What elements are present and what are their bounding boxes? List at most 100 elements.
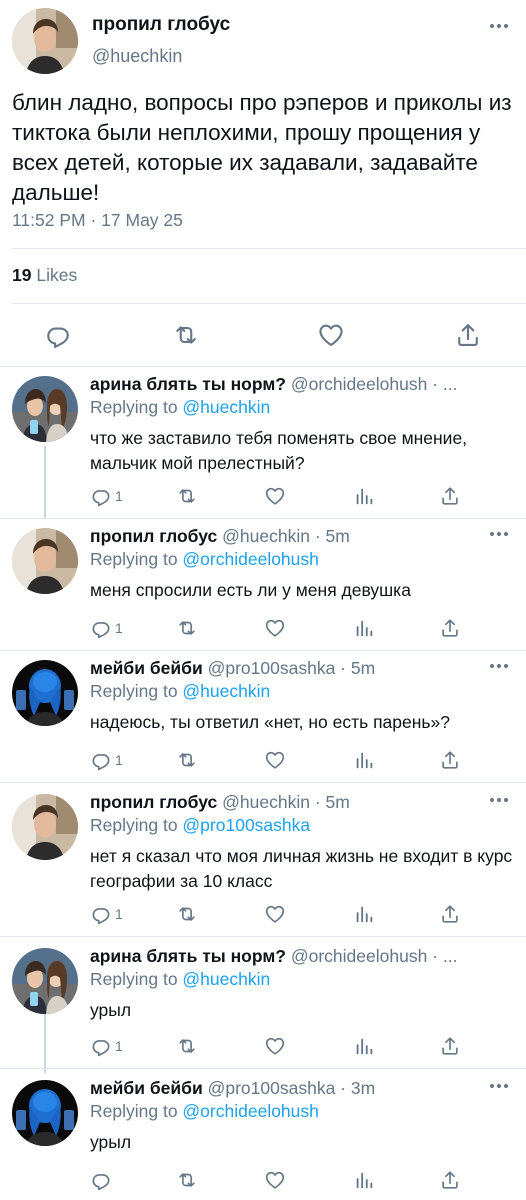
reply-icon[interactable]: 1	[90, 616, 123, 640]
more-options-icon[interactable]	[490, 1084, 508, 1088]
more-options-icon[interactable]	[490, 798, 508, 802]
share-icon[interactable]	[439, 616, 461, 640]
author-meta: @pro100sashka · 3m	[202, 1078, 376, 1098]
avatar[interactable]	[12, 794, 78, 860]
share-icon[interactable]	[439, 1168, 461, 1192]
avatar[interactable]	[12, 528, 78, 594]
replying-label: Replying to	[90, 815, 183, 835]
avatar[interactable]	[12, 948, 78, 1014]
like-icon[interactable]	[264, 484, 286, 508]
share-icon[interactable]	[439, 902, 461, 926]
share-icon[interactable]	[448, 315, 488, 355]
stats-icon[interactable]	[353, 902, 375, 926]
replying-mention[interactable]: @huechkin	[182, 969, 270, 989]
reply-actions	[90, 1168, 510, 1192]
replying-mention[interactable]: @huechkin	[182, 397, 270, 417]
reply-text: меня спросили есть ли у меня девушка	[90, 580, 411, 600]
reply-icon[interactable]: 1	[90, 1034, 123, 1058]
divider	[12, 303, 526, 304]
reply-icon[interactable]: 1	[90, 902, 123, 926]
author-name[interactable]: пропил глобус	[90, 792, 217, 812]
author-name[interactable]: арина блять ты норм?	[90, 946, 286, 966]
avatar[interactable]	[12, 376, 78, 442]
reply-actions: 1	[90, 484, 510, 508]
stats-icon[interactable]	[353, 484, 375, 508]
reply-icon[interactable]	[90, 1168, 115, 1192]
author-handle[interactable]: @huechkin	[92, 46, 182, 67]
likes-count: 19	[12, 265, 32, 285]
share-icon[interactable]	[439, 1034, 461, 1058]
stats-icon[interactable]	[353, 1168, 375, 1192]
share-icon[interactable]	[439, 748, 461, 772]
retweet-icon[interactable]	[176, 616, 198, 640]
replying-label: Replying to	[90, 549, 183, 569]
like-icon[interactable]	[264, 1168, 286, 1192]
share-icon[interactable]	[439, 484, 461, 508]
reply-header: пропил глобус @huechkin · 5m	[90, 792, 510, 813]
reply-count: 1	[115, 620, 123, 636]
more-options-icon[interactable]	[490, 664, 508, 668]
like-icon[interactable]	[264, 1034, 286, 1058]
like-icon[interactable]	[264, 902, 286, 926]
retweet-icon[interactable]	[176, 902, 198, 926]
divider	[0, 518, 526, 519]
divider	[0, 366, 526, 367]
reply-count: 1	[115, 1038, 123, 1054]
replying-to: Replying to @orchideelohush	[90, 549, 319, 570]
reply-header: мейби бейби @pro100sashka · 5m	[90, 658, 510, 679]
divider	[0, 782, 526, 783]
divider	[0, 650, 526, 651]
main-tweet: пропил глобус @huechkin блин ладно, вопр…	[0, 0, 526, 370]
stats-icon[interactable]	[353, 748, 375, 772]
like-icon[interactable]	[311, 315, 351, 355]
divider	[0, 1068, 526, 1069]
reply-count: 1	[115, 752, 123, 768]
author-meta: @orchideelohush · ...	[285, 946, 458, 966]
author-name[interactable]: пропил глобус	[92, 14, 230, 36]
reply-count: 1	[115, 488, 123, 504]
reply-text: надеюсь, ты ответил «нет, но есть парень…	[90, 712, 450, 732]
retweet-icon[interactable]	[176, 484, 198, 508]
reply-icon[interactable]	[38, 315, 78, 355]
author-meta: @pro100sashka · 5m	[202, 658, 376, 678]
tweet-text: блин ладно, вопросы про рэперов и прикол…	[12, 90, 512, 205]
more-options-icon[interactable]	[490, 24, 508, 28]
like-icon[interactable]	[264, 748, 286, 772]
replying-mention[interactable]: @huechkin	[182, 681, 270, 701]
replying-mention[interactable]: @pro100sashka	[182, 815, 310, 835]
reply-icon[interactable]: 1	[90, 748, 123, 772]
replying-to: Replying to @huechkin	[90, 681, 270, 702]
author-name[interactable]: мейби бейби	[90, 1078, 203, 1098]
replying-label: Replying to	[90, 681, 183, 701]
tweet-timestamp[interactable]: 11:52 PM · 17 May 25	[12, 210, 183, 231]
thread-line	[44, 446, 46, 518]
retweet-icon[interactable]	[176, 748, 198, 772]
like-icon[interactable]	[264, 616, 286, 640]
reply-actions: 1	[90, 748, 510, 772]
retweet-icon[interactable]	[176, 1034, 198, 1058]
author-name[interactable]: пропил глобус	[90, 526, 217, 546]
reply-text: урыл	[90, 1000, 132, 1020]
avatar[interactable]	[12, 1080, 78, 1146]
stats-icon[interactable]	[353, 616, 375, 640]
replying-to: Replying to @orchideelohush	[90, 1101, 319, 1122]
retweet-icon[interactable]	[166, 315, 206, 355]
replying-mention[interactable]: @orchideelohush	[182, 549, 318, 569]
replying-mention[interactable]: @orchideelohush	[182, 1101, 318, 1121]
author-name[interactable]: мейби бейби	[90, 658, 203, 678]
reply-count: 1	[115, 906, 123, 922]
reply-header: мейби бейби @pro100sashka · 3m	[90, 1078, 510, 1099]
more-options-icon[interactable]	[490, 532, 508, 536]
avatar[interactable]	[12, 8, 78, 74]
avatar[interactable]	[12, 660, 78, 726]
stats-icon[interactable]	[353, 1034, 375, 1058]
reply-icon[interactable]: 1	[90, 484, 123, 508]
author-meta: @huechkin · 5m	[217, 792, 350, 812]
author-name[interactable]: арина блять ты норм?	[90, 374, 286, 394]
author-meta: @orchideelohush · ...	[285, 374, 458, 394]
replying-to: Replying to @huechkin	[90, 397, 270, 418]
retweet-icon[interactable]	[176, 1168, 198, 1192]
divider	[0, 936, 526, 937]
likes-link[interactable]: 19 Likes	[12, 265, 77, 286]
reply-text: нет я сказал что моя личная жизнь не вхо…	[90, 846, 513, 891]
